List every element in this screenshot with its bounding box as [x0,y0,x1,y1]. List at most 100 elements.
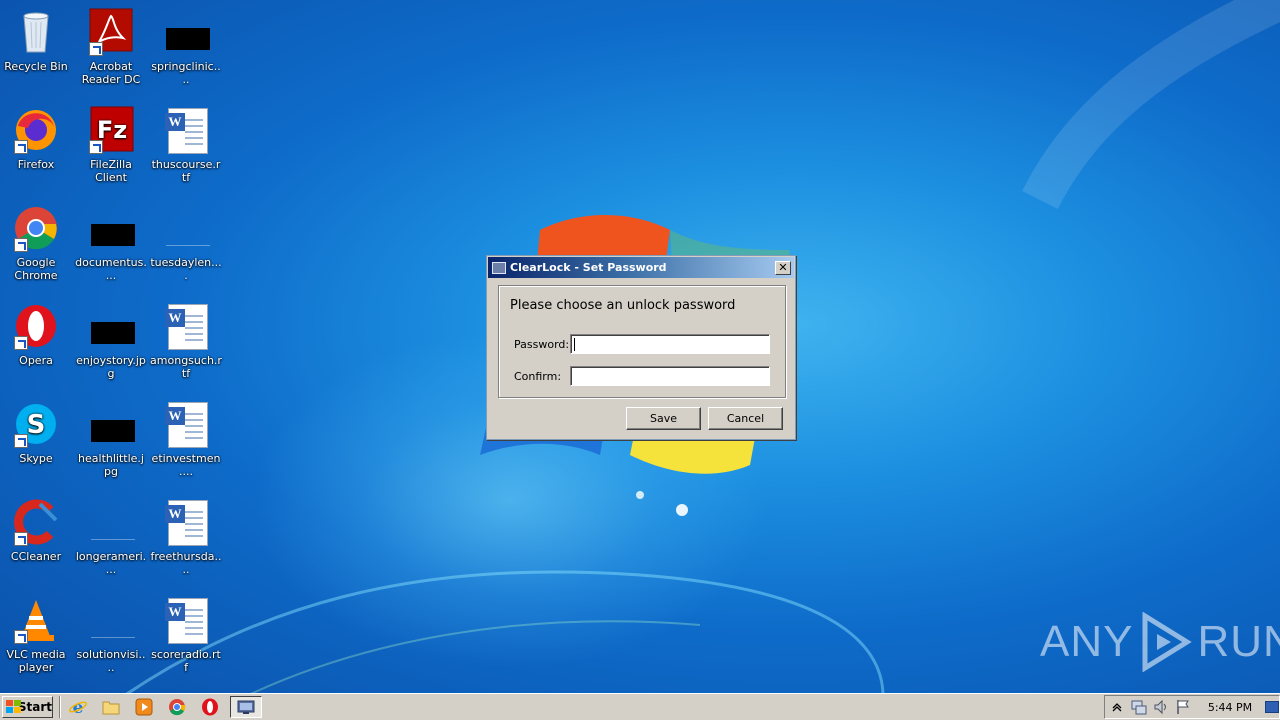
desktop-icon-label: scoreradio.rtf [151,648,221,674]
shortcut-arrow-icon [14,238,28,252]
desktop-icon-label: Recycle Bin [4,60,68,73]
desktop-icon-label: FileZilla Client [90,158,132,184]
action-center-flag-icon[interactable] [1175,699,1191,715]
volume-icon[interactable] [1153,699,1169,715]
desktop-icon-label: CCleaner [10,550,62,563]
word-document-icon: W [162,400,210,448]
desktop-icon-freethursda[interactable]: W freethursda.... [148,498,224,576]
image-file-icon [87,400,135,448]
network-icon[interactable] [1131,699,1147,715]
skype-icon: S [12,400,60,448]
dialog-title-bar[interactable]: ClearLock - Set Password ✕ [488,257,794,278]
shortcut-arrow-icon [14,630,28,644]
system-tray: 5:44 PM [1104,695,1280,719]
chrome-icon [12,204,60,252]
opera-icon [12,302,60,350]
desktop-icon-label: documentus.... [75,256,147,282]
desktop-icon-acrobat-reader[interactable]: Acrobat Reader DC [73,8,149,86]
desktop-icon-documentus[interactable]: documentus.... [73,204,149,282]
save-button[interactable]: Save [626,407,701,430]
shortcut-arrow-icon [89,140,103,154]
internet-explorer-icon[interactable]: e [65,696,91,718]
desktop-icon-label: Opera [19,354,53,367]
desktop-icon-recycle-bin[interactable]: Recycle Bin [0,8,74,73]
media-player-icon[interactable] [131,696,157,718]
close-button[interactable]: ✕ [775,260,791,275]
word-document-icon: W [162,106,210,154]
show-hidden-icons-chevron-icon[interactable] [1109,699,1125,715]
desktop-icon-label: enjoystory.jpg [76,354,146,380]
image-file-icon [87,204,135,252]
desktop-icon-label: VLC media player [6,648,66,674]
taskbar-clock[interactable]: 5:44 PM [1201,701,1259,714]
desktop-icon-opera[interactable]: Opera [0,302,74,367]
shortcut-arrow-icon [14,532,28,546]
taskbar-separator [59,696,61,718]
desktop-icon-thuscourse[interactable]: W thuscourse.rtf [148,106,224,184]
desktop-icon-healthlittle[interactable]: healthlittle.jpg [73,400,149,478]
desktop-icon-label: Firefox [17,158,55,171]
image-file-icon [162,8,210,56]
desktop-icon-ccleaner[interactable]: CCleaner [0,498,74,563]
clearlock-icon [492,261,506,274]
desktop-icon-tuesdaylen[interactable]: tuesdaylen.... [148,204,224,282]
confirm-label: Confirm: [514,370,562,383]
shortcut-arrow-icon [14,336,28,350]
shortcut-arrow-icon [14,434,28,448]
desktop-icon-label: Skype [19,452,53,465]
shortcut-arrow-icon [89,42,103,56]
desktop-icon-vlc[interactable]: VLC media player [0,596,74,674]
start-button[interactable]: Start [2,696,53,718]
vlc-icon [12,596,60,644]
password-label: Password: [514,338,570,351]
taskbar-clearlock-button[interactable] [230,696,262,718]
folder-icon[interactable] [98,696,124,718]
filezilla-icon: Fz [87,106,135,154]
desktop-icon-google-chrome[interactable]: Google Chrome [0,204,74,282]
desktop-icon-springclinic[interactable]: springclinic.... [148,8,224,86]
recycle-bin-icon [12,8,60,56]
desktop-icon-label: solutionvisi.... [76,648,146,674]
text-caret [574,338,575,351]
image-file-icon [87,596,135,644]
chrome-icon[interactable] [164,696,190,718]
opera-icon[interactable] [197,696,223,718]
password-group-box: Please choose an unlock password Passwor… [498,285,786,398]
word-document-icon: W [162,596,210,644]
acrobat-reader-icon [87,8,135,56]
desktop-icon-label: etinvestmen.... [151,452,221,478]
taskbar: Start e 5:44 PM [0,693,1280,720]
word-document-icon: W [162,302,210,350]
image-file-icon [162,204,210,252]
dialog-title: ClearLock - Set Password [510,260,667,274]
desktop-icon-label: tuesdaylen.... [150,256,222,282]
desktop-icon-skype[interactable]: S Skype [0,400,74,465]
watermark-left: ANY [1040,617,1134,666]
desktop-icon-filezilla[interactable]: Fz FileZilla Client [73,106,149,184]
password-field[interactable] [570,334,770,354]
clearlock-icon [237,700,255,714]
desktop-icon-label: Acrobat Reader DC [81,60,141,86]
desktop-icon-firefox[interactable]: Firefox [0,106,74,171]
desktop-icon-label: thuscourse.rtf [151,158,221,184]
svg-text:e: e [73,698,84,716]
desktop-icon-label: amongsuch.rtf [150,354,222,380]
windows-flag-icon [6,700,21,714]
desktop-icon-label: springclinic.... [151,60,221,86]
desktop-icon-solutionvisi[interactable]: solutionvisi.... [73,596,149,674]
desktop-icon-label: longerameri.... [75,550,147,576]
desktop-icon-amongsuch[interactable]: W amongsuch.rtf [148,302,224,380]
desktop-icon-scoreradio[interactable]: W scoreradio.rtf [148,596,224,674]
desktop-icon-label: Google Chrome [14,256,58,282]
play-triangle-icon [1142,612,1193,672]
word-document-icon: W [162,498,210,546]
desktop-icon-etinvestmen[interactable]: W etinvestmen.... [148,400,224,478]
anyrun-watermark: ANY RUN [1040,612,1280,672]
desktop-icon-longerameri[interactable]: longerameri.... [73,498,149,576]
confirm-field[interactable] [570,366,770,386]
cancel-button[interactable]: Cancel [708,407,783,430]
image-file-icon [87,498,135,546]
show-desktop-button[interactable] [1265,701,1279,713]
start-label: Start [17,700,52,714]
desktop-icon-enjoystory[interactable]: enjoystory.jpg [73,302,149,380]
